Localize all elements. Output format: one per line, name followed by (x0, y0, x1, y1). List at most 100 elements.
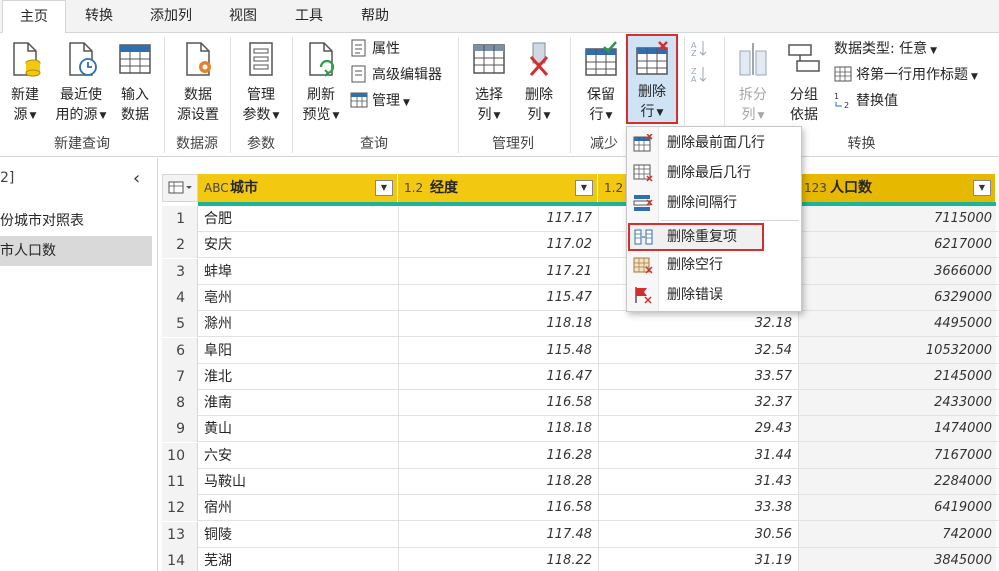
cell-city[interactable]: 安庆 (204, 232, 232, 258)
cell-city[interactable]: 滁州 (204, 311, 232, 337)
cell-city[interactable]: 铜陵 (204, 522, 232, 548)
table-row[interactable]: 6 阜阳 115.48 32.54 10532000 (162, 337, 999, 364)
keep-rows-button[interactable]: 保留 行 ▼ (578, 37, 624, 131)
group-by-button[interactable]: 分组 依据 (782, 37, 826, 131)
filter-dropdown-icon[interactable]: ▼ (973, 180, 991, 196)
table-row[interactable]: 12 宿州 116.58 33.38 6419000 (162, 495, 999, 522)
cell-city[interactable]: 宿州 (204, 495, 232, 521)
cell-longitude[interactable]: 118.18 (398, 416, 593, 442)
table-row[interactable]: 4 亳州 115.47 6329000 (162, 284, 999, 311)
split-column-button[interactable]: 拆分 列 ▼ (730, 37, 776, 131)
table-row[interactable]: 13 铜陵 117.48 30.56 742000 (162, 521, 999, 548)
cell-longitude[interactable]: 115.47 (398, 285, 593, 311)
refresh-preview-button[interactable]: 刷新 预览 ▼ (298, 37, 344, 131)
cell-population[interactable]: 4495000 (798, 311, 992, 337)
cell-longitude[interactable]: 117.17 (398, 206, 593, 232)
cell-population[interactable]: 6329000 (798, 285, 992, 311)
tab-add-column[interactable]: 添加列 (140, 0, 202, 33)
table-row[interactable]: 11 马鞍山 118.28 31.43 2284000 (162, 469, 999, 495)
cell-longitude[interactable]: 116.47 (398, 364, 593, 390)
query-item[interactable]: 份城市对照表 (0, 206, 152, 236)
cell-longitude[interactable]: 117.21 (398, 259, 593, 285)
cell-latitude[interactable]: 29.43 (598, 416, 792, 442)
sort-descending-button[interactable]: ZA (690, 63, 716, 87)
cell-population[interactable]: 10532000 (798, 338, 992, 364)
table-row[interactable]: 9 黄山 118.18 29.43 1474000 (162, 416, 999, 443)
table-row[interactable]: 10 六安 116.28 31.44 7167000 (162, 442, 999, 469)
cell-population[interactable]: 2145000 (798, 364, 992, 390)
cell-city[interactable]: 黄山 (204, 416, 232, 442)
advanced-editor-button[interactable]: 高级编辑器 (350, 63, 442, 87)
table-row[interactable]: 2 安庆 117.02 6217000 (162, 232, 999, 259)
column-header-population[interactable]: 123 人口数 ▼ (798, 174, 996, 202)
manage-parameters-button[interactable]: 管理 参数 ▼ (236, 37, 286, 131)
cell-population[interactable]: 7167000 (798, 443, 992, 469)
cell-latitude[interactable]: 31.43 (598, 469, 792, 495)
cell-city[interactable]: 马鞍山 (204, 469, 246, 495)
cell-longitude[interactable]: 115.48 (398, 338, 593, 364)
table-row[interactable]: 1 合肥 117.17 7115000 (162, 206, 999, 232)
remove-columns-button[interactable]: 删除 列 ▼ (516, 37, 562, 131)
cell-latitude[interactable]: 31.19 (598, 548, 792, 571)
cell-population[interactable]: 7115000 (798, 206, 992, 232)
cell-latitude[interactable]: 32.37 (598, 390, 792, 416)
filter-dropdown-icon[interactable]: ▼ (575, 180, 593, 196)
cell-city[interactable]: 蚌埠 (204, 259, 232, 285)
remove-rows-button[interactable]: 删除 行 ▼ (626, 34, 678, 124)
cell-longitude[interactable]: 118.22 (398, 548, 593, 571)
cell-latitude[interactable]: 30.56 (598, 522, 792, 548)
tab-tools[interactable]: 工具 (284, 0, 334, 33)
recent-sources-button[interactable]: 最近使 用的源 ▼ (54, 37, 108, 131)
cell-longitude[interactable]: 118.18 (398, 311, 593, 337)
column-header-city[interactable]: ABC 城市 ▼ (198, 174, 398, 202)
cell-population[interactable]: 6217000 (798, 232, 992, 258)
table-row[interactable]: 3 蚌埠 117.21 3666000 (162, 258, 999, 285)
cell-population[interactable]: 6419000 (798, 495, 992, 521)
sort-ascending-button[interactable]: AZ (690, 37, 716, 61)
cell-longitude[interactable]: 117.02 (398, 232, 593, 258)
tab-home[interactable]: 主页 (2, 0, 66, 34)
cell-city[interactable]: 阜阳 (204, 338, 232, 364)
cell-city[interactable]: 淮南 (204, 390, 232, 416)
cell-city[interactable]: 合肥 (204, 206, 232, 232)
collapse-pane-chevron-icon[interactable]: ‹ (133, 168, 140, 189)
cell-longitude[interactable]: 116.58 (398, 390, 593, 416)
cell-population[interactable]: 3666000 (798, 259, 992, 285)
table-row[interactable]: 5 滁州 118.18 32.18 4495000 (162, 311, 999, 338)
enter-data-button[interactable]: 输入 数据 (114, 37, 156, 131)
query-item-selected[interactable]: 市人口数 (0, 236, 152, 266)
cell-longitude[interactable]: 116.58 (398, 495, 593, 521)
table-row[interactable]: 14 芜湖 118.22 31.19 3845000 (162, 547, 999, 571)
cell-longitude[interactable]: 116.28 (398, 443, 593, 469)
menu-item-remove-duplicates[interactable]: 删除重复项 (628, 223, 764, 251)
menu-item-remove-bottom-rows[interactable]: 删除最后几行 (627, 159, 801, 187)
cell-city[interactable]: 芜湖 (204, 548, 232, 571)
choose-columns-button[interactable]: 选择 列 ▼ (466, 37, 512, 131)
menu-item-remove-errors[interactable]: 删除错误 (627, 281, 801, 309)
use-first-row-as-headers-button[interactable]: 将第一行用作标题 ▼ (834, 63, 978, 87)
new-source-button[interactable]: 新建 源 ▼ (4, 37, 46, 131)
cell-longitude[interactable]: 117.48 (398, 522, 593, 548)
cell-latitude[interactable]: 32.18 (598, 311, 792, 337)
menu-item-remove-blank-rows[interactable]: 删除空行 (627, 251, 801, 279)
menu-item-remove-top-rows[interactable]: 删除最前面几行 (627, 129, 801, 157)
table-menu-button[interactable] (162, 174, 198, 202)
table-row[interactable]: 7 淮北 116.47 33.57 2145000 (162, 363, 999, 390)
cell-population[interactable]: 2284000 (798, 469, 992, 495)
cell-latitude[interactable]: 32.54 (598, 338, 792, 364)
table-row[interactable]: 8 淮南 116.58 32.37 2433000 (162, 390, 999, 417)
cell-city[interactable]: 亳州 (204, 285, 232, 311)
cell-longitude[interactable]: 118.28 (398, 469, 593, 495)
cell-latitude[interactable]: 33.57 (598, 364, 792, 390)
tab-transform[interactable]: 转换 (72, 0, 126, 33)
replace-values-button[interactable]: 1 2 替换值 (834, 89, 898, 113)
properties-button[interactable]: 属性 (350, 37, 400, 61)
tab-help[interactable]: 帮助 (350, 0, 400, 33)
cell-population[interactable]: 3845000 (798, 548, 992, 571)
cell-population[interactable]: 2433000 (798, 390, 992, 416)
manage-button[interactable]: 管理 ▼ (350, 89, 410, 113)
cell-population[interactable]: 1474000 (798, 416, 992, 442)
cell-city[interactable]: 淮北 (204, 364, 232, 390)
tab-view[interactable]: 视图 (218, 0, 268, 33)
column-header-longitude[interactable]: 1.2 经度 ▼ (398, 174, 598, 202)
